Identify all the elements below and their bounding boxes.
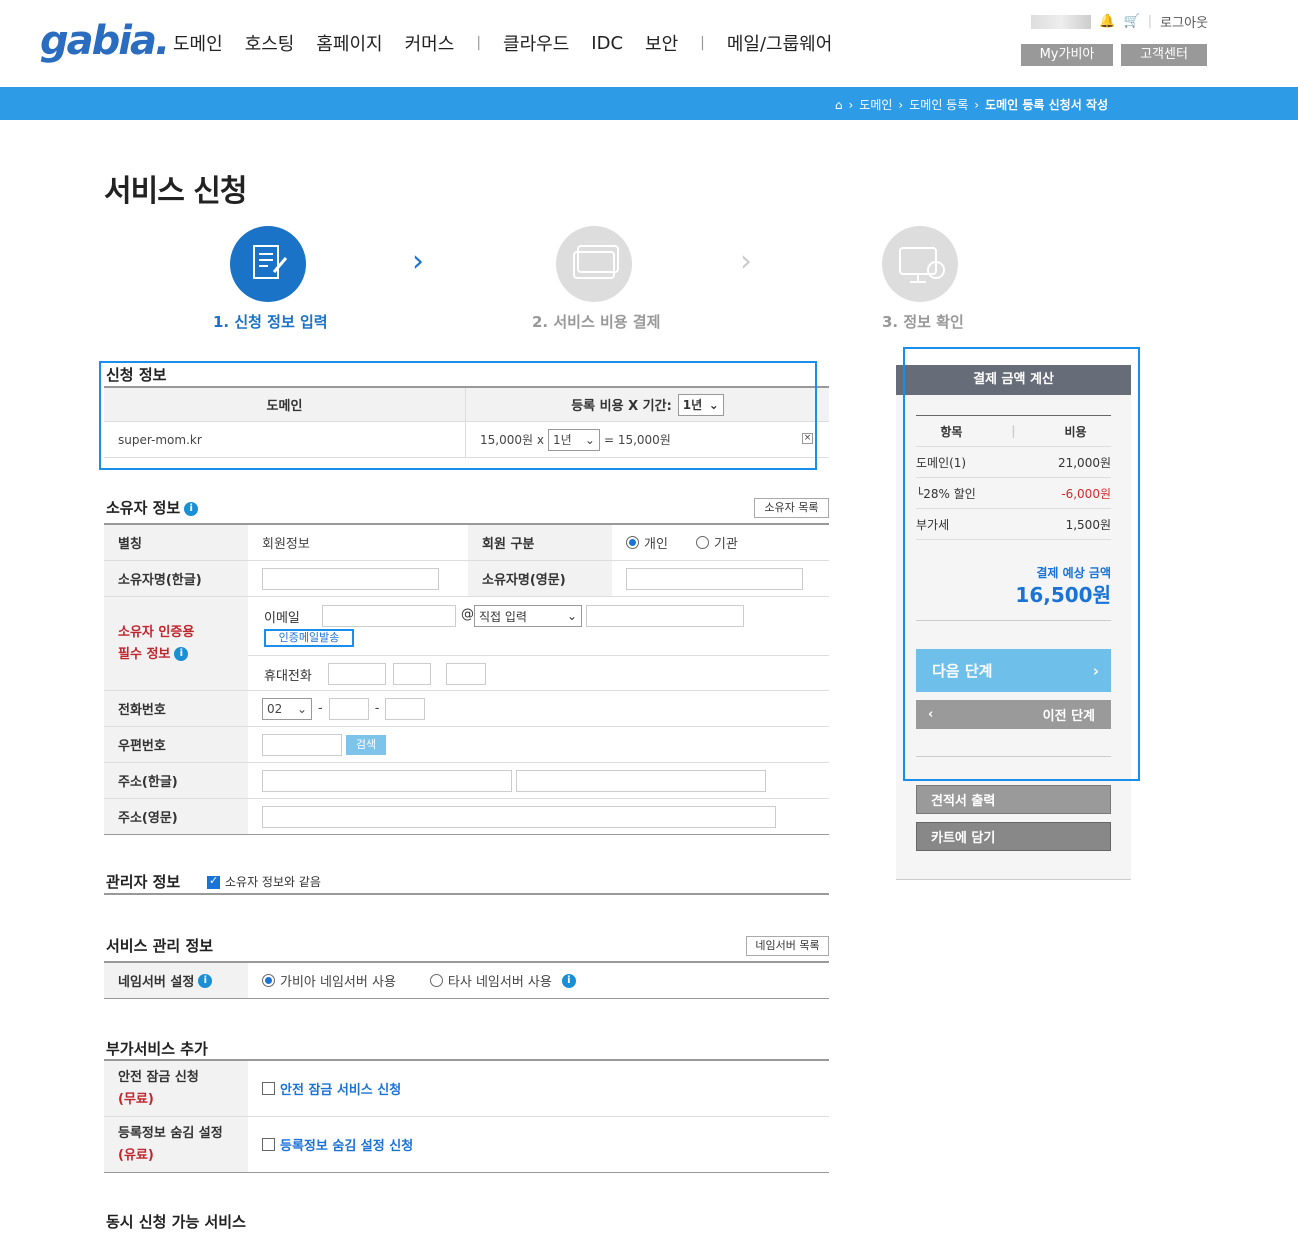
breadcrumb-domain-register[interactable]: 도메인 등록 (909, 96, 968, 113)
hide-checkbox[interactable] (262, 1138, 275, 1151)
owner-list-button[interactable]: 소유자 목록 (754, 498, 829, 518)
hide-option[interactable]: 등록정보 숨김 설정 신청 (280, 1135, 413, 1154)
step1-icon (230, 226, 306, 302)
zip-search-button[interactable]: 검색 (346, 734, 386, 755)
mobile-input-1[interactable] (328, 663, 386, 685)
service-info-title: 서비스 관리 정보 (106, 937, 214, 955)
customer-center-button[interactable]: 고객센터 (1121, 44, 1207, 66)
nameserver-list-button[interactable]: 네임서버 목록 (746, 936, 829, 956)
mobile-input-2[interactable] (393, 663, 431, 685)
lock-checkbox[interactable] (262, 1082, 275, 1095)
info-icon[interactable]: i (561, 973, 576, 988)
step1-label: 1. 신청 정보 입력 (213, 313, 328, 331)
nav-commerce[interactable]: 커머스 (405, 30, 455, 56)
gabia-logo[interactable]: gabia. (40, 18, 170, 64)
owner-info-title: 소유자 정보 i (106, 497, 199, 518)
same-as-owner[interactable]: 소유자 정보와 같음 (207, 873, 321, 890)
step2-icon (556, 226, 632, 302)
nav-mail-groupware[interactable]: 메일/그룹웨어 (727, 30, 832, 56)
info-icon[interactable]: i (184, 501, 199, 516)
zip-input[interactable] (262, 733, 342, 756)
auth-label: 소유자 인증용 (118, 624, 195, 640)
nav-homepage[interactable]: 홈페이지 (316, 30, 382, 56)
logout-link[interactable]: 로그아웃 (1160, 12, 1208, 31)
breadcrumb-domain[interactable]: 도메인 (859, 96, 892, 113)
nav-divider: | (476, 35, 482, 51)
owner-name-kr-label: 소유자명(한글) (104, 561, 248, 596)
addon-table: 안전 잠금 신청 (무료) 안전 잠금 서비스 신청 등록정보 숨김 설정 (유… (104, 1059, 829, 1173)
highlight-box (99, 361, 817, 470)
mobile-label: 휴대전화 (264, 669, 312, 684)
phone-area-select[interactable]: 02 ⌄ (262, 697, 312, 720)
breadcrumb: ⌂ › 도메인 › 도메인 등록 › 도메인 등록 신청서 작성 (834, 96, 1108, 113)
util-menu: 🔔 🛒 | 로그아웃 (1031, 12, 1208, 31)
nav-idc[interactable]: IDC (591, 33, 623, 54)
chevron-right-icon: › (412, 244, 424, 279)
step3-icon (882, 226, 958, 302)
lock-option[interactable]: 안전 잠금 서비스 신청 (280, 1079, 401, 1098)
alias-label: 별칭 (104, 525, 248, 560)
ns-label: 네임서버 설정 (118, 975, 195, 990)
email-domain-input[interactable] (586, 605, 744, 627)
nav-hosting[interactable]: 호스팅 (245, 30, 295, 56)
alias-value: 회원정보 (262, 537, 310, 552)
radio-organization[interactable] (695, 536, 709, 549)
addr-en-input[interactable] (262, 805, 776, 828)
addr-kr-input-1[interactable] (262, 769, 512, 792)
phone-input-3[interactable] (385, 697, 426, 720)
send-auth-mail-button[interactable]: 인증메일발송 (264, 629, 354, 647)
owner-name-en-input[interactable] (626, 567, 803, 590)
nav-domain[interactable]: 도메인 (173, 30, 223, 56)
admin-info-title: 관리자 정보 (106, 873, 181, 891)
email-label: 이메일 (264, 611, 300, 626)
page-title: 서비스 신청 (104, 174, 247, 209)
step3-label: 3. 정보 확인 (882, 313, 964, 331)
cart-icon[interactable]: 🛒 (1124, 14, 1140, 29)
mobile-input-3[interactable] (446, 663, 486, 685)
service-info-table: 네임서버 설정 i 가비아 네임서버 사용 타사 네임서버 사용 i (104, 961, 829, 999)
nav-divider: | (700, 35, 705, 51)
radio-personal[interactable] (626, 536, 639, 549)
lock-label: 안전 잠금 신청 (118, 1069, 199, 1085)
addr-kr-label: 주소(한글) (104, 763, 248, 798)
email-domain-select[interactable]: 직접 입력 ⌄ (474, 605, 582, 627)
hide-label: 등록정보 숨김 설정 (118, 1125, 223, 1141)
email-id-input[interactable] (322, 605, 456, 627)
nav-security[interactable]: 보안 (645, 30, 678, 56)
member-type-label: 회원 구분 (468, 525, 612, 560)
home-icon[interactable]: ⌂ (835, 98, 843, 112)
simultaneous-title: 동시 신청 가능 서비스 (106, 1213, 246, 1231)
info-icon[interactable]: i (174, 647, 189, 661)
radio-other-ns[interactable] (429, 974, 443, 987)
my-gabia-button[interactable]: My가비아 (1021, 44, 1113, 66)
quote-print-button[interactable]: 견적서 출력 (916, 785, 1111, 814)
breadcrumb-bar: ⌂ › 도메인 › 도메인 등록 › 도메인 등록 신청서 작성 (0, 87, 1298, 120)
highlight-box (903, 347, 1140, 781)
step2-label: 2. 서비스 비용 결제 (532, 313, 661, 331)
addon-title: 부가서비스 추가 (106, 1040, 208, 1058)
main-nav: 도메인 호스팅 홈페이지 커머스 | 클라우드 IDC 보안 | 메일/그룹웨어 (173, 30, 854, 56)
owner-name-kr-input[interactable] (262, 567, 439, 590)
nav-cloud[interactable]: 클라우드 (503, 30, 569, 56)
phone-input-2[interactable] (328, 697, 369, 720)
info-icon[interactable]: i (198, 973, 213, 988)
user-name-masked (1031, 14, 1092, 29)
top-header: gabia. 도메인 호스팅 홈페이지 커머스 | 클라우드 IDC 보안 | … (0, 0, 1298, 88)
owner-name-en-label: 소유자명(영문) (468, 561, 612, 596)
addr-kr-input-2[interactable] (516, 769, 766, 792)
zip-label: 우편번호 (104, 727, 248, 762)
breadcrumb-current: 도메인 등록 신청서 작성 (985, 98, 1108, 112)
bell-icon[interactable]: 🔔 (1099, 14, 1115, 29)
same-as-owner-checkbox[interactable] (207, 874, 220, 889)
owner-info-table: 별칭 회원정보 회원 구분 개인 기관 소유자명(한글) 소유자명(영문) 소유… (104, 523, 829, 835)
phone-label: 전화번호 (104, 691, 248, 726)
radio-gabia-ns[interactable] (262, 974, 275, 987)
chevron-right-icon: › (740, 244, 752, 279)
addr-en-label: 주소(영문) (104, 799, 248, 834)
add-to-cart-button[interactable]: 카트에 담기 (916, 822, 1111, 851)
